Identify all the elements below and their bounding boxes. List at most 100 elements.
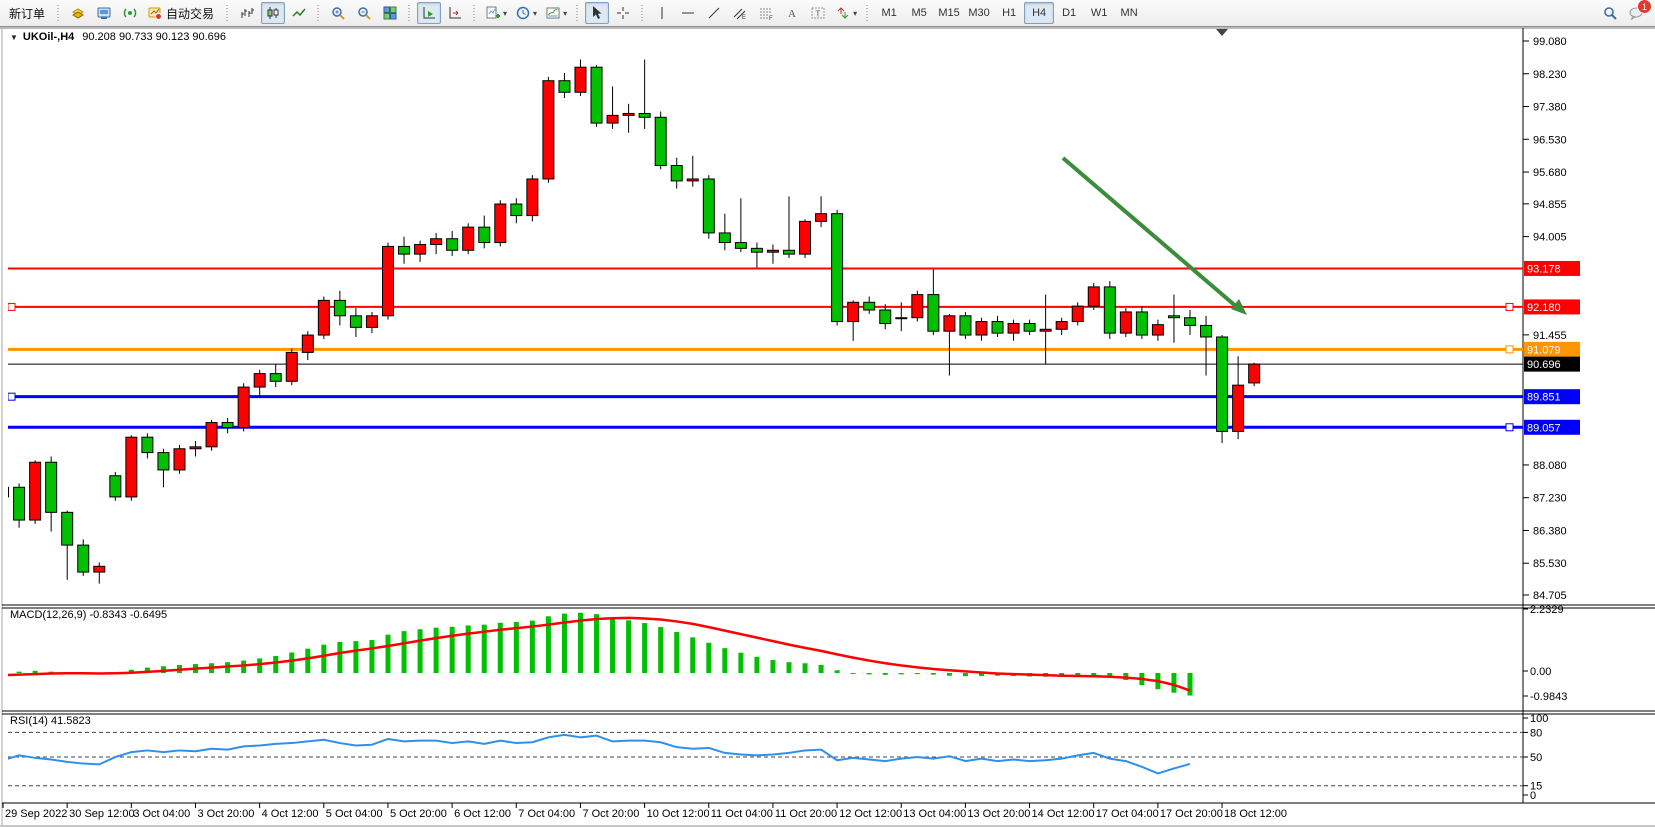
time-tick-label: 10 Oct 12:00 xyxy=(647,808,710,820)
candle-body xyxy=(832,214,843,322)
text-button[interactable]: A xyxy=(780,2,804,24)
trendline-icon xyxy=(706,5,722,21)
candle-body xyxy=(575,67,586,92)
price-tick-label: 95.680 xyxy=(1533,167,1567,179)
candle-body xyxy=(78,545,89,572)
chart-ohlc-values: 90.208 90.733 90.123 90.696 xyxy=(82,31,226,43)
macd-histogram-bar xyxy=(257,658,262,673)
time-tick-label: 18 Oct 12:00 xyxy=(1224,808,1287,820)
candle-body xyxy=(591,67,602,123)
line-handle[interactable] xyxy=(1506,346,1513,353)
timeframe-w1-button[interactable]: W1 xyxy=(1084,2,1114,24)
trendline-button[interactable] xyxy=(702,2,726,24)
candle-body xyxy=(1040,329,1051,331)
candle-chart-button[interactable] xyxy=(261,2,285,24)
line-chart-button[interactable] xyxy=(287,2,311,24)
macd-histogram-bar xyxy=(610,618,615,673)
terminal-button[interactable] xyxy=(92,2,116,24)
macd-histogram-bar xyxy=(722,648,727,673)
one-click-trading-toggle[interactable]: ▼ xyxy=(10,33,18,42)
macd-histogram-bar xyxy=(273,656,278,673)
toolbar-group: EFAT ▾ xyxy=(636,0,861,26)
macd-histogram-bar xyxy=(706,643,711,673)
fibonacci-button[interactable]: F xyxy=(754,2,778,24)
timeframe-m30-button[interactable]: M30 xyxy=(964,2,994,24)
line-handle[interactable] xyxy=(8,303,15,310)
macd-histogram-bar xyxy=(819,665,824,673)
candle-body xyxy=(703,179,714,233)
macd-histogram-bar xyxy=(305,649,310,673)
text-label-button[interactable]: T xyxy=(806,2,830,24)
timeframe-h4-button[interactable]: H4 xyxy=(1024,2,1054,24)
auto-scroll-button[interactable] xyxy=(417,2,441,24)
arrows-button[interactable]: ▾ xyxy=(832,2,860,24)
macd-histogram-bar xyxy=(17,672,22,673)
timeframe-m15-button[interactable]: M15 xyxy=(934,2,964,24)
dropdown-caret-icon[interactable]: ▾ xyxy=(503,9,507,18)
zoom-out-button[interactable] xyxy=(352,2,376,24)
chart-shift-button[interactable] xyxy=(443,2,467,24)
crosshair-button[interactable] xyxy=(611,2,635,24)
rsi-scale-label: 80 xyxy=(1530,727,1542,739)
hline-icon xyxy=(680,5,696,21)
candle-body xyxy=(992,322,1003,334)
search-icon xyxy=(1602,5,1618,21)
indicators-button[interactable]: ▾ xyxy=(482,2,510,24)
fibonacci-icon: F xyxy=(758,5,774,21)
candle-body xyxy=(318,300,329,335)
templates-button[interactable]: ▾ xyxy=(542,2,570,24)
tile-windows-button[interactable] xyxy=(378,2,402,24)
timeframe-mn-button[interactable]: MN xyxy=(1114,2,1144,24)
candle-body xyxy=(206,423,217,447)
macd-histogram-bar xyxy=(754,657,759,673)
macd-histogram-bar xyxy=(594,614,599,673)
price-marker-label: 92.180 xyxy=(1527,302,1561,314)
time-tick-label: 17 Oct 04:00 xyxy=(1096,808,1159,820)
signals-button[interactable] xyxy=(118,2,142,24)
bar-chart-button[interactable] xyxy=(235,2,259,24)
candle-body xyxy=(767,250,778,252)
timeframe-m1-button[interactable]: M1 xyxy=(874,2,904,24)
toolbar: 新订单 自动交易 ▾ ▾ ▾ EFAT ▾ M1M5M15M30H1H4D1W1MN 1 xyxy=(0,0,1655,27)
line-handle[interactable] xyxy=(8,393,15,400)
candle-body xyxy=(366,316,377,328)
search-button[interactable] xyxy=(1598,2,1622,24)
terminal-icon xyxy=(96,5,112,21)
candle-body xyxy=(1008,323,1019,333)
chat-button[interactable]: 1 xyxy=(1624,2,1648,24)
candle-body xyxy=(447,239,458,251)
dropdown-caret-icon[interactable]: ▾ xyxy=(533,9,537,18)
price-tick-label: 94.855 xyxy=(1533,199,1567,211)
hline-button[interactable] xyxy=(676,2,700,24)
autotrading-button[interactable]: 自动交易 xyxy=(144,2,220,24)
line-handle[interactable] xyxy=(1506,424,1513,431)
candle-body xyxy=(399,246,410,254)
candle-body xyxy=(1120,312,1131,333)
timeframe-h1-button[interactable]: H1 xyxy=(994,2,1024,24)
market-button[interactable] xyxy=(66,2,90,24)
candle-body xyxy=(639,113,650,117)
new-order-button[interactable]: 新订单 xyxy=(3,2,51,24)
auto-scroll-icon xyxy=(421,5,437,21)
candle-body xyxy=(158,453,169,470)
vline-button[interactable] xyxy=(650,2,674,24)
candle-body xyxy=(719,233,730,243)
time-tick-label: 4 Oct 12:00 xyxy=(262,808,319,820)
dropdown-caret-icon[interactable]: ▾ xyxy=(853,9,857,18)
price-tick-label: 87.230 xyxy=(1533,493,1567,505)
dropdown-caret-icon[interactable]: ▾ xyxy=(563,9,567,18)
zoom-in-button[interactable] xyxy=(326,2,350,24)
periods-button[interactable]: ▾ xyxy=(512,2,540,24)
line-handle[interactable] xyxy=(1506,303,1513,310)
candle-body xyxy=(1185,318,1196,326)
candle-body xyxy=(655,117,666,165)
cursor-button[interactable] xyxy=(585,2,609,24)
timeframe-d1-button[interactable]: D1 xyxy=(1054,2,1084,24)
toolbar-group: 自动交易 xyxy=(52,0,221,26)
macd-histogram-bar xyxy=(851,673,856,674)
macd-histogram-bar xyxy=(337,642,342,673)
channel-button[interactable]: E xyxy=(728,2,752,24)
chart-canvas[interactable]: 99.08098.23097.38096.53095.68094.85594.0… xyxy=(0,0,1655,827)
macd-histogram-bar xyxy=(402,631,407,673)
timeframe-m5-button[interactable]: M5 xyxy=(904,2,934,24)
